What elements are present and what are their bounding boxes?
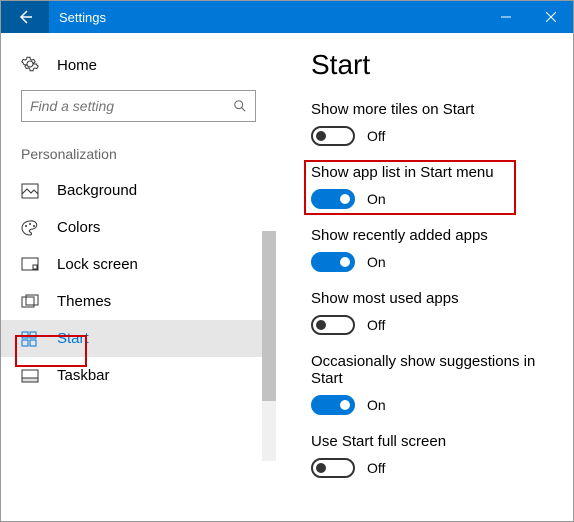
setting-app-list: Show app list in Start menu On — [311, 164, 555, 209]
search-input[interactable] — [30, 98, 233, 114]
nav-item-themes[interactable]: Themes — [1, 283, 276, 320]
nav-item-start[interactable]: Start — [1, 320, 276, 357]
gear-icon — [21, 55, 41, 76]
setting-more-tiles: Show more tiles on Start Off — [311, 101, 555, 146]
window-controls — [483, 1, 573, 33]
home-nav[interactable]: Home — [1, 49, 276, 90]
setting-recently-added: Show recently added apps On — [311, 227, 555, 272]
setting-label: Show most used apps — [311, 290, 555, 307]
nav-label: Start — [57, 330, 89, 347]
section-header: Personalization — [1, 140, 276, 172]
toggle-full-screen[interactable] — [311, 458, 355, 478]
nav-item-colors[interactable]: Colors — [1, 209, 276, 246]
palette-icon — [21, 220, 41, 236]
setting-label: Use Start full screen — [311, 433, 555, 450]
search-box[interactable] — [21, 90, 256, 122]
setting-full-screen: Use Start full screen Off — [311, 433, 555, 478]
toggle-recently-added[interactable] — [311, 252, 355, 272]
search-icon — [233, 99, 247, 113]
picture-icon — [21, 183, 41, 199]
sidebar-scrollbar[interactable] — [262, 231, 276, 461]
titlebar: Settings — [1, 1, 573, 33]
close-icon — [546, 12, 556, 22]
themes-icon — [21, 294, 41, 310]
content-area: Home Personalization Background Colors — [1, 33, 573, 521]
toggle-most-used[interactable] — [311, 315, 355, 335]
nav-label: Colors — [57, 219, 100, 236]
nav-item-lock-screen[interactable]: Lock screen — [1, 246, 276, 283]
scrollbar-thumb[interactable] — [262, 231, 276, 401]
nav-label: Background — [57, 182, 137, 199]
setting-most-used: Show most used apps Off — [311, 290, 555, 335]
nav-label: Lock screen — [57, 256, 138, 273]
toggle-app-list[interactable] — [311, 189, 355, 209]
toggle-state: On — [367, 191, 386, 207]
setting-label: Occasionally show suggestions in Start — [311, 353, 555, 387]
minimize-button[interactable] — [483, 1, 528, 33]
close-button[interactable] — [528, 1, 573, 33]
sidebar: Home Personalization Background Colors — [1, 33, 276, 521]
nav-list: Background Colors Lock screen Themes Sta… — [1, 172, 276, 394]
taskbar-icon — [21, 368, 41, 384]
setting-suggestions: Occasionally show suggestions in Start O… — [311, 353, 555, 415]
settings-window: Settings Home Personalization — [0, 0, 574, 522]
start-icon — [21, 331, 41, 347]
toggle-state: On — [367, 254, 386, 270]
setting-label: Show more tiles on Start — [311, 101, 555, 118]
main-panel: Start Show more tiles on Start Off Show … — [276, 33, 573, 521]
toggle-state: Off — [367, 317, 385, 333]
arrow-left-icon — [17, 9, 33, 25]
back-button[interactable] — [1, 1, 49, 33]
nav-label: Themes — [57, 293, 111, 310]
toggle-state: On — [367, 397, 386, 413]
toggle-state: Off — [367, 128, 385, 144]
toggle-more-tiles[interactable] — [311, 126, 355, 146]
nav-item-background[interactable]: Background — [1, 172, 276, 209]
setting-label: Show app list in Start menu — [311, 164, 555, 181]
minimize-icon — [501, 12, 511, 22]
lock-screen-icon — [21, 257, 41, 273]
nav-item-taskbar[interactable]: Taskbar — [1, 357, 276, 394]
page-heading: Start — [311, 49, 555, 81]
toggle-suggestions[interactable] — [311, 395, 355, 415]
window-title: Settings — [49, 10, 483, 25]
nav-label: Taskbar — [57, 367, 110, 384]
toggle-state: Off — [367, 460, 385, 476]
home-label: Home — [57, 57, 97, 74]
setting-label: Show recently added apps — [311, 227, 555, 244]
